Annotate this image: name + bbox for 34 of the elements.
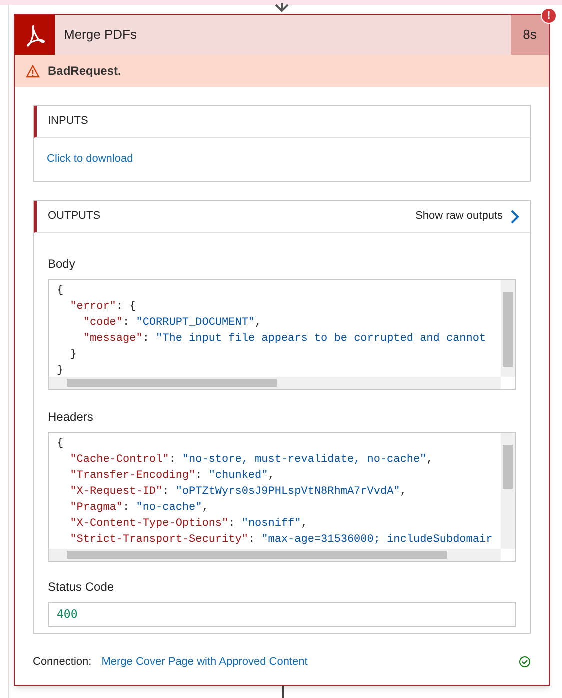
code-line: "Strict-Transport-Security": "max-age=31536000; includeSubdomair xyxy=(69,533,493,548)
action-title: Merge PDFs xyxy=(64,26,137,44)
chevron-right-icon xyxy=(511,210,520,224)
horizontal-scrollbar[interactable] xyxy=(49,549,501,561)
field-label: Status Code xyxy=(48,579,114,596)
section-title: INPUTS xyxy=(48,114,88,130)
code-line: "X-Content-Type-Options": "nosniff", xyxy=(69,517,308,532)
code-line: "Transfer-Encoding": "chunked", xyxy=(69,469,275,484)
vertical-scrollbar[interactable] xyxy=(501,433,515,549)
field-label: Headers xyxy=(48,409,94,426)
code-line: "error": { xyxy=(69,300,136,315)
code-line: "code": "CORRUPT_DOCUMENT", xyxy=(82,316,262,331)
field-label: Body xyxy=(48,256,76,273)
download-link[interactable]: Click to download xyxy=(47,151,134,168)
code-line: "Pragma": "no-cache", xyxy=(69,501,209,516)
code-line: { xyxy=(57,437,64,452)
code-line: "Cache-Control": "no-store, must-revalidate, no-cache", xyxy=(69,453,434,468)
code-line: { xyxy=(57,284,64,299)
code-line: } xyxy=(57,364,64,379)
status-code-field: 400 xyxy=(48,602,516,627)
duration-label: 8s xyxy=(511,15,549,55)
code-line: "X-Request-ID": "oPTZtWyrs0sJ9PHLspVtN8RhmA7rVvdA", xyxy=(69,485,407,500)
show-raw-outputs-link[interactable]: Show raw outputs xyxy=(416,208,503,225)
connection-label: Connection: xyxy=(33,655,92,670)
warning-icon xyxy=(26,64,40,78)
code-line: } xyxy=(69,348,77,363)
code-line: "message": "The input file appears to be corrupted and cannot xyxy=(82,332,486,347)
section-title: OUTPUTS xyxy=(48,209,101,224)
horizontal-scrollbar[interactable] xyxy=(49,377,501,389)
vertical-scrollbar[interactable] xyxy=(501,280,515,377)
error-badge: ! xyxy=(541,8,557,24)
connection-link[interactable]: Merge Cover Page with Approved Content xyxy=(102,654,308,670)
error-message: BadRequest. xyxy=(48,63,122,80)
arrow-down-icon xyxy=(274,3,290,13)
